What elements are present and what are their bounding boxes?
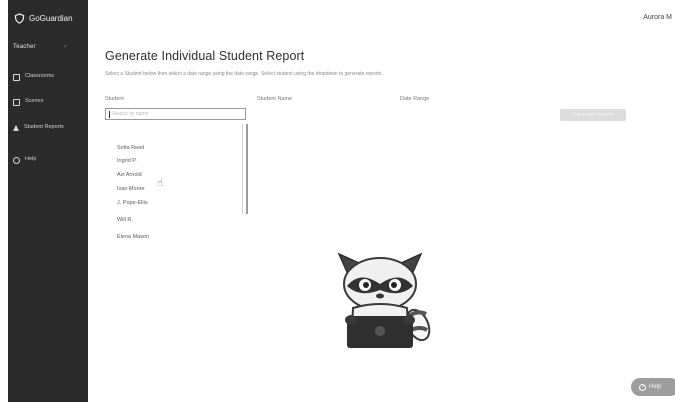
- student-input-placeholder: Search by name: [112, 111, 149, 117]
- hand-cursor-icon: ☝: [157, 178, 164, 189]
- sidebar-item-label: Classrooms: [25, 73, 55, 79]
- sidebar-item-student-reports[interactable]: Student Reports: [13, 124, 85, 131]
- dropdown-option[interactable]: Sofia Reed: [117, 145, 144, 151]
- page-title: Generate Individual Student Report: [105, 49, 305, 63]
- app-root: GoGuardian Teacher ‹ Classrooms Scenes S…: [0, 0, 675, 402]
- dropdown-option[interactable]: Will R.: [117, 217, 133, 223]
- brand-logo[interactable]: GoGuardian: [14, 13, 73, 24]
- dropdown-option[interactable]: Ingrid P.: [117, 158, 137, 164]
- sidebar-item-scenes[interactable]: Scenes: [13, 98, 85, 106]
- student-dropdown-list[interactable]: Sofia Reed Ingrid P. Avi Arnold Ivan Moo…: [105, 124, 248, 244]
- student-field-label: Student: [105, 96, 124, 102]
- user-menu[interactable]: Aurora M: [643, 14, 672, 21]
- sidebar-item-label: Student Reports: [24, 124, 64, 130]
- reports-icon: [13, 125, 19, 131]
- student-search-input[interactable]: Search by name: [105, 108, 246, 120]
- brand-name: GoGuardian: [29, 14, 73, 23]
- scenes-icon: [13, 99, 20, 106]
- page-description: Select a Student below then select a dat…: [105, 71, 383, 77]
- help-button-label: Help: [649, 384, 662, 390]
- generate-report-button[interactable]: Generate Report: [560, 109, 626, 121]
- shield-icon: [14, 13, 25, 24]
- sidebar-item-help[interactable]: Help: [13, 156, 85, 164]
- date-range-label: Date Range: [400, 96, 430, 102]
- sidebar-item-label: Scenes: [25, 98, 44, 104]
- question-icon: ?: [639, 383, 646, 391]
- collapse-icon[interactable]: ‹: [64, 44, 66, 50]
- student-select-label: Student Name: [257, 96, 293, 102]
- dropdown-option[interactable]: J. Pope-Ellis: [117, 200, 148, 206]
- dropdown-option[interactable]: Ivan Moore: [117, 186, 145, 192]
- classroom-icon: [13, 74, 20, 81]
- dropdown-scrollbar[interactable]: [246, 124, 248, 214]
- dropdown-divider: [242, 124, 243, 214]
- sidebar-item-label: Help: [25, 156, 37, 162]
- help-button[interactable]: ? Help: [631, 378, 675, 396]
- dropdown-option[interactable]: Elena Mason: [117, 234, 149, 240]
- sidebar: GoGuardian Teacher ‹ Classrooms Scenes S…: [8, 0, 88, 402]
- help-icon: [13, 157, 20, 164]
- raccoon-mascot-illustration: [337, 252, 431, 348]
- text-caret: [109, 111, 110, 118]
- sidebar-item-classrooms[interactable]: Classrooms: [13, 73, 85, 81]
- dropdown-option[interactable]: Avi Arnold: [117, 172, 142, 178]
- sidebar-section-label: Teacher: [13, 44, 36, 50]
